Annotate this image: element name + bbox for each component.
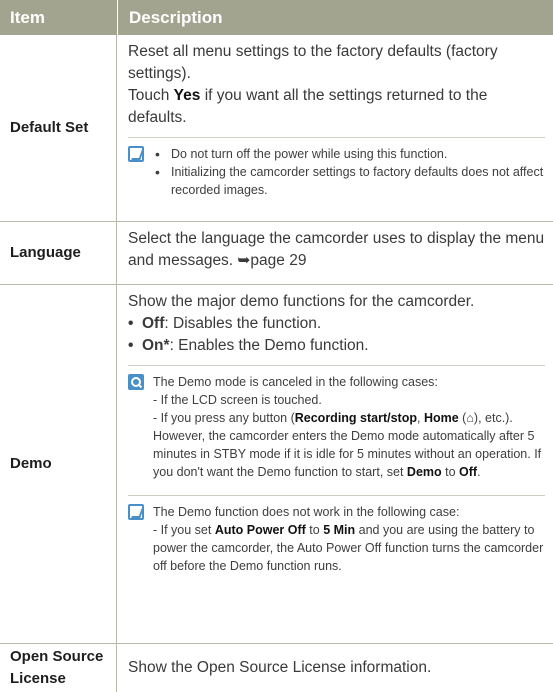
default-set-note: Do not turn off the power while using th…	[128, 137, 545, 205]
language-text: Select the language the camcorder uses t…	[128, 230, 545, 269]
demo-info-1: The Demo mode is canceled in the followi…	[153, 375, 438, 389]
demo-off-text: : Disables the function.	[164, 315, 322, 332]
demo-info-3a: - If you press any button (	[153, 411, 295, 425]
memo-icon	[128, 504, 144, 520]
table-row-default-set: Default Set Reset all menu settings to t…	[0, 35, 553, 222]
demo-option-off: Off: Disables the function.	[128, 313, 545, 335]
demo-on-text: : Enables the Demo function.	[169, 337, 369, 354]
header-description: Description	[117, 0, 553, 35]
item-demo: Demo	[0, 285, 117, 643]
demo-info-3: - If you press any button (Recording sta…	[153, 409, 545, 481]
default-set-line1: Reset all menu settings to the factory d…	[128, 43, 498, 82]
desc-language: Select the language the camcorder uses t…	[117, 222, 553, 284]
home-icon: ⌂	[466, 411, 474, 425]
memo-icon	[128, 146, 144, 162]
demo-memo-2: - If you set Auto Power Off to 5 Min and…	[153, 521, 545, 575]
desc-open-source: Show the Open Source License information…	[117, 644, 553, 692]
item-language: Language	[0, 222, 117, 284]
demo-info-3d: Home	[423, 411, 459, 425]
desc-default-set: Reset all menu settings to the factory d…	[117, 35, 553, 221]
demo-info-3j: .	[477, 465, 481, 479]
demo-intro: Show the major demo functions for the ca…	[128, 293, 475, 310]
demo-on-label: On*	[142, 337, 170, 354]
demo-info-3b: Recording start/stop	[294, 411, 417, 425]
demo-memo-2d: 5 Min	[323, 523, 356, 537]
demo-memo-2c: to	[305, 523, 324, 537]
demo-info-2: - If the LCD screen is touched.	[153, 393, 322, 407]
demo-option-on: On*: Enables the Demo function.	[128, 335, 545, 357]
table-header: Item Description	[0, 0, 553, 35]
item-default-set: Default Set	[0, 35, 117, 221]
desc-demo: Show the major demo functions for the ca…	[117, 285, 553, 643]
default-set-text: Reset all menu settings to the factory d…	[128, 41, 545, 129]
default-set-touch: Touch	[128, 87, 174, 104]
demo-memo-note: The Demo function does not work in the f…	[128, 495, 545, 581]
demo-memo-2b: Auto Power Off	[214, 523, 306, 537]
open-source-text: Show the Open Source License information…	[128, 659, 432, 676]
demo-off-label: Off	[142, 315, 165, 332]
demo-info-3g: Demo	[406, 465, 442, 479]
demo-memo-2a: - If you set	[153, 523, 215, 537]
demo-info-3h: to	[441, 465, 460, 479]
table-row-language: Language Select the language the camcord…	[0, 222, 553, 285]
demo-info-3i: Off	[459, 465, 478, 479]
default-set-note-1: Do not turn off the power while using th…	[155, 145, 545, 163]
default-set-yes: Yes	[173, 87, 201, 104]
header-item: Item	[10, 7, 45, 27]
table-row-open-source: Open Source License Show the Open Source…	[0, 644, 553, 692]
search-icon	[128, 374, 144, 390]
demo-info-3c: ,	[417, 411, 421, 425]
default-set-note-2: Initializing the camcorder settings to f…	[155, 163, 545, 199]
demo-info-note: The Demo mode is canceled in the followi…	[128, 365, 545, 487]
demo-memo-1: The Demo function does not work in the f…	[153, 505, 460, 519]
table-row-demo: Demo Show the major demo functions for t…	[0, 285, 553, 644]
settings-table: Item Description Default Set Reset all m…	[0, 0, 553, 692]
item-open-source: Open Source License	[0, 644, 117, 692]
